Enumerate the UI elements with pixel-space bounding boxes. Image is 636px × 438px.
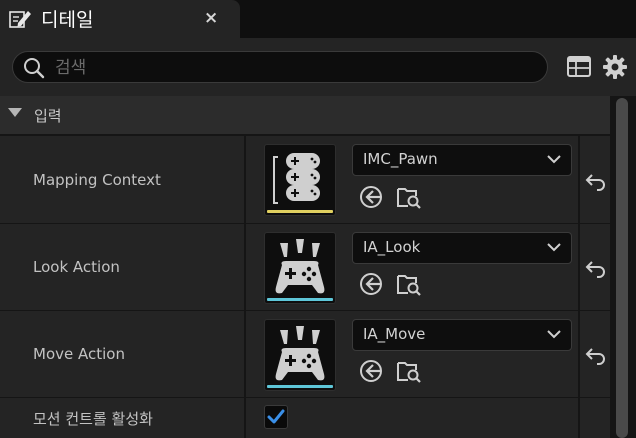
asset-type-color-bar — [267, 298, 333, 301]
column-splitter — [578, 136, 580, 223]
details-toolbar — [0, 38, 636, 96]
property-row-mapping-context: Mapping Context IMC_Pawn — [0, 135, 610, 223]
table-view-icon[interactable] — [566, 54, 592, 80]
column-splitter — [578, 398, 580, 438]
tab-title: 디테일 — [41, 9, 94, 31]
property-row-look-action: Look Action IA_Look — [0, 223, 610, 310]
input-action-icon — [275, 326, 325, 381]
section-title: 입력 — [34, 107, 62, 125]
tab-details[interactable]: 디테일 × — [0, 0, 240, 38]
property-row-move-action: Move Action IA_Move — [0, 310, 610, 397]
asset-type-color-bar — [267, 385, 333, 388]
search-box[interactable] — [12, 51, 548, 83]
chevron-down-icon — [547, 330, 561, 339]
asset-name: IMC_Pawn — [363, 150, 438, 168]
column-splitter[interactable] — [244, 311, 246, 397]
asset-name: IA_Look — [363, 238, 421, 256]
column-splitter[interactable] — [244, 136, 246, 223]
browse-folder-icon[interactable] — [396, 184, 422, 210]
gear-icon[interactable] — [602, 54, 628, 80]
reset-to-default-icon[interactable] — [584, 343, 608, 367]
reset-to-default-icon[interactable] — [584, 169, 608, 193]
chevron-down-icon — [547, 155, 561, 164]
close-icon[interactable]: × — [204, 8, 218, 28]
reset-to-default-icon[interactable] — [584, 256, 608, 280]
tab-bar: 디테일 × — [0, 0, 636, 38]
pencil-details-icon — [9, 11, 31, 28]
search-input[interactable] — [53, 55, 537, 81]
motion-control-checkbox[interactable] — [264, 405, 288, 429]
asset-thumbnail[interactable] — [264, 144, 336, 216]
property-row-motion-control: 모션 컨트롤 활성화 — [0, 397, 610, 438]
property-label: Look Action — [33, 258, 120, 276]
asset-picker-combo[interactable]: IA_Look — [352, 232, 572, 264]
property-label: Mapping Context — [33, 171, 161, 189]
column-splitter — [578, 311, 580, 397]
asset-thumbnail[interactable] — [264, 319, 336, 391]
use-selected-asset-icon[interactable] — [358, 271, 384, 297]
checkmark-icon — [267, 409, 285, 424]
input-mapping-context-icon — [273, 153, 320, 204]
chevron-down-icon — [547, 243, 561, 252]
property-label: 모션 컨트롤 활성화 — [33, 410, 153, 428]
use-selected-asset-icon[interactable] — [358, 358, 384, 384]
column-splitter[interactable] — [244, 224, 246, 310]
browse-folder-icon[interactable] — [396, 358, 422, 384]
asset-picker-combo[interactable]: IA_Move — [352, 319, 572, 351]
column-splitter — [578, 224, 580, 310]
use-selected-asset-icon[interactable] — [358, 184, 384, 210]
column-splitter[interactable] — [244, 398, 246, 438]
property-label: Move Action — [33, 345, 125, 363]
browse-folder-icon[interactable] — [396, 271, 422, 297]
search-icon — [24, 58, 45, 79]
scrollbar-thumb[interactable] — [616, 98, 628, 438]
asset-thumbnail[interactable] — [264, 232, 336, 304]
asset-type-color-bar — [267, 210, 333, 213]
collapse-arrow-icon[interactable] — [8, 108, 22, 117]
asset-name: IA_Move — [363, 325, 426, 343]
section-header-input[interactable]: 입력 — [0, 96, 610, 134]
asset-picker-combo[interactable]: IMC_Pawn — [352, 144, 572, 176]
input-action-icon — [275, 239, 325, 294]
